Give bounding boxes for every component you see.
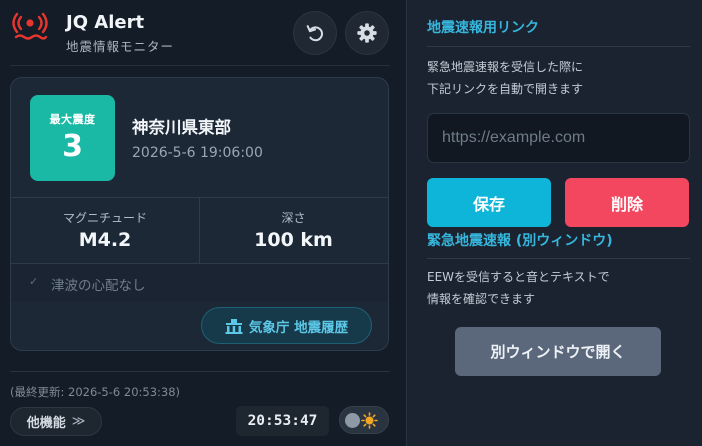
sun-icon xyxy=(361,412,378,429)
earthquake-card: 最大震度 3 神奈川県東部 2026-5-6 19:06:00 マグニチュード … xyxy=(10,77,389,351)
depth-stat: 深さ 100 km xyxy=(199,197,387,263)
main-panel: JQ Alert 地震情報モニター 最大震度 3 神奈川県東部 2026-5-6… xyxy=(0,0,406,446)
last-update-text: (最終更新: 2026-5-6 20:53:38) xyxy=(10,385,181,399)
save-button[interactable]: 保存 xyxy=(427,178,551,227)
refresh-button[interactable] xyxy=(293,11,337,55)
app-subtitle: 地震情報モニター xyxy=(66,39,175,54)
description-line: 緊急地震速報を受信した際に xyxy=(427,60,584,74)
magnitude-stat: マグニチュード M4.2 xyxy=(11,197,199,263)
building-icon xyxy=(225,318,243,334)
section-divider xyxy=(427,258,690,259)
double-chevron-right-icon: ≫ xyxy=(71,414,86,429)
tsunami-text: 津波の心配なし xyxy=(51,278,146,294)
earthquake-time: 2026-5-6 19:06:00 xyxy=(132,145,263,161)
link-section-title: 地震速報用リンク xyxy=(427,20,539,36)
depth-label: 深さ xyxy=(281,211,306,225)
gear-icon xyxy=(357,23,377,43)
open-window-button[interactable]: 別ウィンドウで開く xyxy=(455,327,661,376)
theme-toggle[interactable] xyxy=(339,406,389,434)
window-section-description: EEWを受信すると音とテキストで 情報を確認できます xyxy=(427,266,610,310)
earthquake-alert-icon xyxy=(12,12,48,40)
app-title: JQ Alert xyxy=(66,12,145,33)
url-input[interactable] xyxy=(427,113,690,163)
more-features-label: 他機能 xyxy=(26,416,66,431)
header-divider xyxy=(10,65,390,66)
check-icon: ✓ xyxy=(29,275,39,288)
jma-history-label: 気象庁 地震履歴 xyxy=(248,319,349,336)
more-features-button[interactable]: 他機能 ≫ xyxy=(10,407,102,436)
magnitude-label: マグニチュード xyxy=(62,211,147,225)
toggle-knob xyxy=(345,413,360,428)
intensity-label: 最大震度 xyxy=(49,113,96,126)
epicenter-location: 神奈川県東部 xyxy=(132,118,231,137)
magnitude-value: M4.2 xyxy=(78,229,132,251)
current-clock: 20:53:47 xyxy=(236,406,329,436)
delete-button[interactable]: 削除 xyxy=(565,178,689,227)
jma-history-button[interactable]: 気象庁 地震履歴 xyxy=(201,307,372,344)
tsunami-status: ✓ 津波の心配なし xyxy=(11,264,388,302)
footer-divider xyxy=(10,371,390,372)
link-section-description: 緊急地震速報を受信した際に 下記リンクを自動で開きます xyxy=(427,56,583,100)
intensity-badge: 最大震度 3 xyxy=(30,95,115,181)
depth-value: 100 km xyxy=(254,229,333,251)
description-line: 下記リンクを自動で開きます xyxy=(427,82,584,96)
settings-button[interactable] xyxy=(345,11,389,55)
section-divider xyxy=(427,46,690,47)
refresh-icon xyxy=(306,25,323,42)
window-section-title: 緊急地震速報 (別ウィンドウ) xyxy=(427,233,613,249)
side-panel: 地震速報用リンク 緊急地震速報を受信した際に 下記リンクを自動で開きます 保存 … xyxy=(406,0,702,446)
description-line: EEWを受信すると音とテキストで xyxy=(427,270,610,284)
description-line: 情報を確認できます xyxy=(427,292,536,306)
intensity-value: 3 xyxy=(62,129,83,164)
